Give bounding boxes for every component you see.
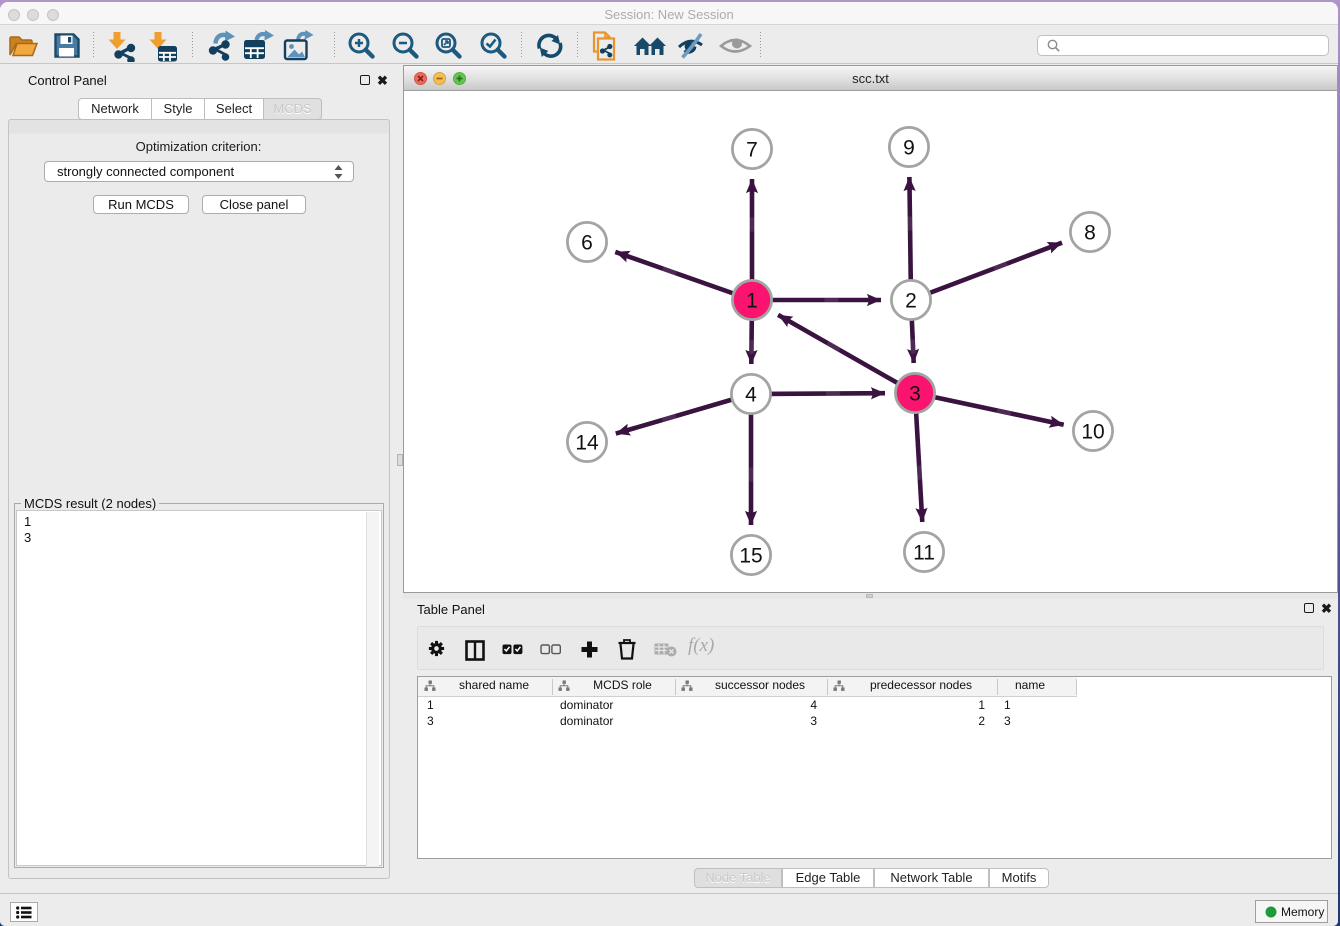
svg-text:4: 4 — [745, 384, 757, 407]
svg-text:10: 10 — [1081, 421, 1104, 444]
svg-text:1: 1 — [746, 290, 758, 313]
svg-text:11: 11 — [913, 542, 935, 565]
svg-text:2: 2 — [905, 290, 917, 313]
svg-text:8: 8 — [1084, 222, 1096, 245]
svg-text:9: 9 — [903, 137, 915, 160]
svg-text:15: 15 — [739, 545, 762, 568]
svg-text:6: 6 — [581, 232, 593, 255]
svg-text:3: 3 — [909, 383, 921, 406]
svg-text:14: 14 — [575, 432, 599, 455]
svg-text:7: 7 — [746, 139, 758, 162]
